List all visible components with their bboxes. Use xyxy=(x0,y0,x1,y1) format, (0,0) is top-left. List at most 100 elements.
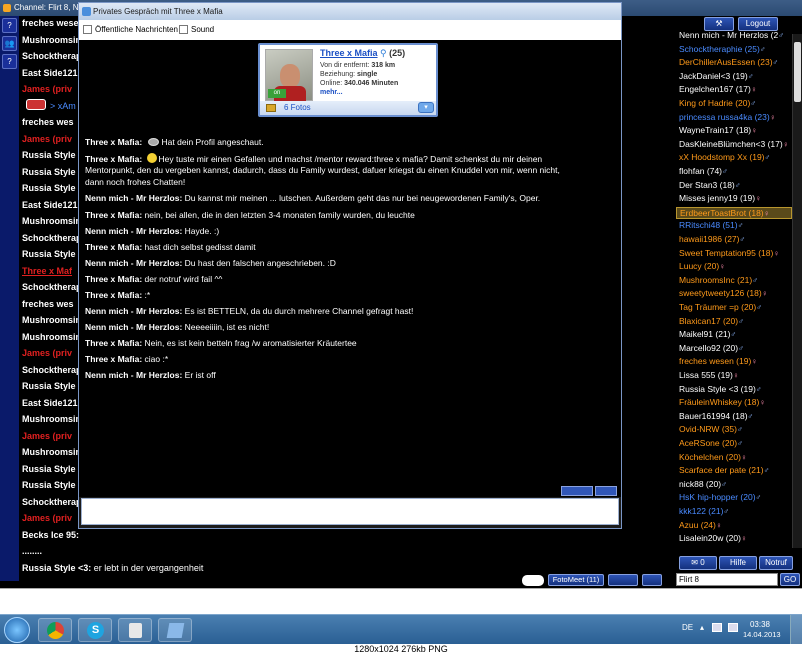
user-name[interactable]: HsK hip-hopper (20) xyxy=(679,492,756,502)
user-name[interactable]: Azuu (24) xyxy=(679,520,716,530)
channel-line-nick[interactable]: Russia Style xyxy=(22,150,76,160)
user-list-item[interactable]: Russia Style <3 (19)♂ xyxy=(679,384,762,394)
smiley-picker-icon[interactable] xyxy=(561,486,593,496)
user-list-item[interactable]: Luucy (20)♀ xyxy=(679,261,725,271)
user-list-item[interactable]: Marcello92 (20)♂ xyxy=(679,343,744,353)
user-name[interactable]: Ovid-NRW (35) xyxy=(679,424,737,434)
user-name[interactable]: hawaii1986 (27) xyxy=(679,234,739,244)
help-button[interactable]: Hilfe xyxy=(719,556,757,570)
channel-line-nick[interactable]: Russia Style <3: xyxy=(22,563,91,573)
clock-time[interactable]: 03:38 xyxy=(745,620,775,629)
channel-smiley-icon[interactable] xyxy=(608,574,638,586)
user-name[interactable]: Maikel91 (21) xyxy=(679,329,731,339)
user-name[interactable]: Marcello92 (20) xyxy=(679,343,738,353)
user-list-item[interactable]: MushroomsInc (21)♂ xyxy=(679,275,758,285)
user-name[interactable]: Misses jenny19 (19) xyxy=(679,193,755,203)
user-name[interactable]: WayneTrain17 (18) xyxy=(679,125,751,135)
pm-message-author[interactable]: Three x Mafia: xyxy=(85,338,142,348)
user-name[interactable]: MushroomsInc (21) xyxy=(679,275,752,285)
user-list-item[interactable]: WayneTrain17 (18)♀ xyxy=(679,125,757,135)
user-name[interactable]: Russia Style <3 (19) xyxy=(679,384,756,394)
user-list-item[interactable]: RRitschi48 (51)♂ xyxy=(679,220,744,230)
pm-message-author[interactable]: Three x Mafia: xyxy=(85,154,142,164)
user-list-item[interactable]: Maikel91 (21)♂ xyxy=(679,329,737,339)
user-list-item[interactable]: Misses jenny19 (19)♀ xyxy=(679,193,761,203)
user-list-item[interactable]: Bauer161994 (18)♂ xyxy=(679,411,754,421)
photos-link[interactable]: 6 Fotos xyxy=(284,103,311,112)
user-list-item[interactable]: princessa russa4ka (23)♀ xyxy=(679,112,776,122)
user-list-item[interactable]: flohfan (74)♂ xyxy=(679,166,728,176)
pm-message-author[interactable]: Three x Mafia: xyxy=(85,210,142,220)
channel-line-nick[interactable]: Schocktherap xyxy=(22,51,82,61)
channel-line-nick[interactable]: Russia Style xyxy=(22,381,76,391)
channel-line-nick[interactable]: ........ xyxy=(22,546,42,556)
info-tool-icon[interactable]: ? xyxy=(2,54,17,69)
user-list-item[interactable]: Blaxican17 (20)♂ xyxy=(679,316,744,326)
channel-line-nick[interactable]: Mushroomsin xyxy=(22,216,81,226)
channel-line-nick[interactable]: Russia Style xyxy=(22,480,76,490)
user-list-item[interactable]: ErdbeerToastBrot (18)♀ xyxy=(676,206,792,219)
user-list-item[interactable]: kkk122 (21)♂ xyxy=(679,506,729,516)
channel-line-nick[interactable]: > xAm xyxy=(50,101,76,111)
user-name[interactable]: kkk122 (21) xyxy=(679,506,723,516)
user-list-item[interactable]: King of Hadrie (20)♂ xyxy=(679,98,756,108)
emergency-button[interactable]: Notruf xyxy=(759,556,793,570)
channel-line-nick[interactable]: freches wes xyxy=(22,299,74,309)
user-list-item[interactable]: DasKleineBlümchen<3 (17)♀ xyxy=(679,139,789,149)
channel-line-nick[interactable]: Mushroomsin xyxy=(22,332,81,342)
volume-icon[interactable] xyxy=(728,623,738,632)
user-name[interactable]: Scarface der pate (21) xyxy=(679,465,764,475)
channel-line-nick[interactable]: East Side121 xyxy=(22,68,78,78)
user-name[interactable]: Lisalein20w (20) xyxy=(679,533,741,543)
channel-line-nick[interactable]: James (priv xyxy=(22,513,72,523)
user-list-item[interactable]: Tag Träumer =p (20)♂ xyxy=(679,302,762,312)
user-name[interactable]: King of Hadrie (20) xyxy=(679,98,750,108)
channel-options-icon[interactable] xyxy=(642,574,662,586)
user-name[interactable]: princessa russa4ka (23) xyxy=(679,112,770,122)
user-list-item[interactable]: Lisalein20w (20)♀ xyxy=(679,533,747,543)
tray-arrow-icon[interactable]: ▴ xyxy=(700,623,704,632)
channel-line-nick[interactable]: freches wesen xyxy=(22,18,84,28)
help-tool-icon[interactable]: ? xyxy=(2,18,17,33)
fotomeet-arrow-icon[interactable] xyxy=(522,575,544,586)
channel-line-nick[interactable]: James (priv xyxy=(22,134,72,144)
pm-message-author[interactable]: Nenn mich - Mr Herzlos: xyxy=(85,226,182,236)
channel-line-nick[interactable]: James (priv xyxy=(22,431,72,441)
java-taskbar-icon[interactable] xyxy=(118,618,152,642)
channel-line-nick[interactable]: Russia Style xyxy=(22,183,76,193)
user-list-item[interactable]: Azuu (24)♀ xyxy=(679,520,722,530)
user-name[interactable]: DerChillerAusEssen (23) xyxy=(679,57,773,67)
channel-line-nick[interactable]: Becks Ice 95: xyxy=(22,530,79,540)
user-list-scrollbar[interactable] xyxy=(792,34,802,548)
user-list-item[interactable]: AceRSone (20)♂ xyxy=(679,438,743,448)
channel-line-nick[interactable]: Schocktherap xyxy=(22,233,82,243)
user-list-item[interactable]: HsK hip-hopper (20)♂ xyxy=(679,492,762,502)
user-list-item[interactable]: Der Stan3 (18)♂ xyxy=(679,180,741,190)
more-link[interactable]: mehr... xyxy=(320,89,343,96)
channel-line-nick[interactable]: Three x Maf xyxy=(22,266,72,276)
app-taskbar-icon[interactable] xyxy=(158,618,192,642)
channel-line-nick[interactable]: Mushroomsin xyxy=(22,315,81,325)
channel-line-nick[interactable]: Mushroomsin xyxy=(22,414,81,424)
channel-line-nick[interactable]: Mushroomsin xyxy=(22,35,81,45)
options-icon[interactable] xyxy=(595,486,617,496)
pm-message-author[interactable]: Three x Mafia: xyxy=(85,290,142,300)
channel-line-nick[interactable]: Schocktherap xyxy=(22,282,82,292)
public-messages-checkbox[interactable] xyxy=(83,25,92,34)
user-list-item[interactable]: Engelchen167 (17)♀ xyxy=(679,84,757,94)
channel-line-nick[interactable]: Russia Style xyxy=(22,249,76,259)
channel-select[interactable]: Flirt 8 xyxy=(676,573,778,586)
channel-message-input[interactable] xyxy=(0,588,802,614)
user-name[interactable]: JackDaniel<3 (19) xyxy=(679,71,748,81)
channel-line-nick[interactable]: Russia Style xyxy=(22,167,76,177)
user-list-item[interactable]: hawaii1986 (27)♂ xyxy=(679,234,745,244)
user-name[interactable]: Blaxican17 (20) xyxy=(679,316,738,326)
user-list-item[interactable]: sweetytweety126 (18)♀ xyxy=(679,288,768,298)
mail-button[interactable]: ✉ 0 xyxy=(679,556,717,570)
user-name[interactable]: Der Stan3 (18) xyxy=(679,180,735,190)
fotomeet-button[interactable]: FotoMeet (11) xyxy=(548,574,604,586)
user-name[interactable]: AceRSone (20) xyxy=(679,438,737,448)
show-desktop-button[interactable] xyxy=(790,615,802,645)
pm-message-author[interactable]: Three x Mafia: xyxy=(85,242,142,252)
network-icon[interactable] xyxy=(712,623,722,632)
